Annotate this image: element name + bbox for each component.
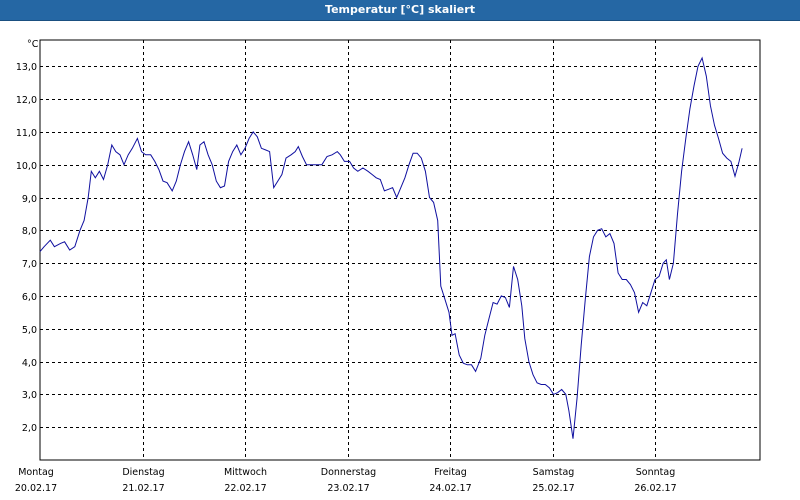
y-tick-label: 10,0 <box>16 161 37 172</box>
x-tick-date-label: 23.02.17 <box>327 483 369 494</box>
y-tick-label: 2,0 <box>22 423 37 434</box>
x-tick-day-label: Montag <box>18 467 54 478</box>
x-tick-date-label: 26.02.17 <box>634 483 676 494</box>
y-tick-label: 13,0 <box>16 62 37 73</box>
y-tick-label: 5,0 <box>22 325 37 336</box>
x-tick-day-label: Sonntag <box>636 467 675 478</box>
x-tick-day-label: Mittwoch <box>224 467 267 478</box>
x-tick-date-label: 21.02.17 <box>122 483 164 494</box>
x-tick-day-label: Donnerstag <box>321 467 376 478</box>
y-tick-label: 7,0 <box>22 259 37 270</box>
x-tick-date-label: 22.02.17 <box>224 483 266 494</box>
plot-area <box>39 39 761 461</box>
y-axis-unit-label: °C <box>27 39 39 50</box>
y-tick-label: 11,0 <box>16 128 37 139</box>
temperature-chart: 2,0 3,0 4,0 5,0 6,0 7,0 8,0 9,0 10,0 11,0 12,0 13,0… <box>15 39 761 494</box>
chart-title: Temperatur [°C] skaliert <box>325 3 475 16</box>
x-tick-day-label: Freitag <box>434 467 467 478</box>
x-tick-date-label: 24.02.17 <box>429 483 471 494</box>
y-tick-label: 6,0 <box>22 292 37 303</box>
x-tick-date-label: 25.02.17 <box>532 483 574 494</box>
y-tick-label: 4,0 <box>22 358 37 369</box>
x-tick-date-label: 20.02.17 <box>15 483 57 494</box>
x-tick-day-label: Samstag <box>533 467 575 478</box>
x-tick-day-label: Dienstag <box>122 467 164 478</box>
y-tick-label: 12,0 <box>16 95 37 106</box>
y-tick-label: 3,0 <box>22 390 37 401</box>
y-tick-label: 8,0 <box>22 226 37 237</box>
y-tick-label: 9,0 <box>22 194 37 205</box>
